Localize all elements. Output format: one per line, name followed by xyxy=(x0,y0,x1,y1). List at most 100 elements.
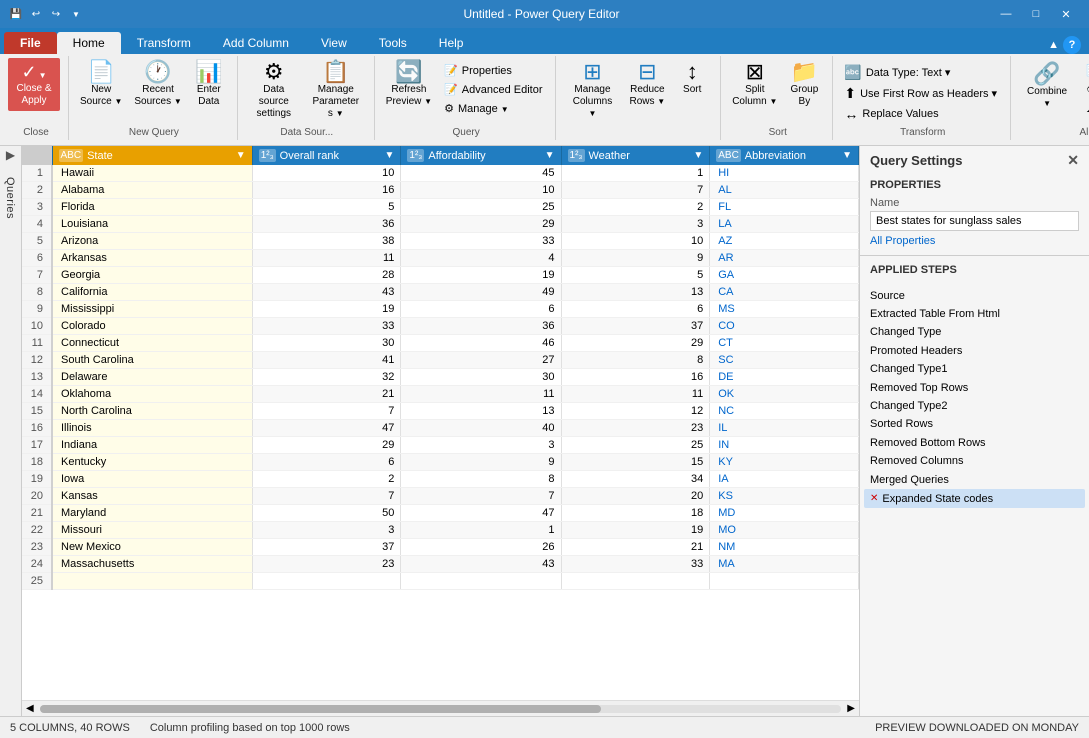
tab-tools[interactable]: Tools xyxy=(363,32,423,54)
abbr-cell[interactable]: CT xyxy=(710,335,859,352)
ribbon-group-new-query: 📄 NewSource ▼ 🕐 RecentSources ▼ 📊 EnterD… xyxy=(71,56,238,140)
all-properties-link[interactable]: All Properties xyxy=(870,235,1079,247)
enter-data-button[interactable]: 📊 EnterData xyxy=(189,58,229,111)
group-by-button[interactable]: 📁 GroupBy xyxy=(784,58,824,111)
tab-transform[interactable]: Transform xyxy=(121,32,207,54)
expand-queries-arrow[interactable]: ▶ xyxy=(6,148,15,162)
abbr-cell[interactable]: MD xyxy=(710,505,859,522)
close-button[interactable]: ✕ xyxy=(1051,0,1081,28)
abbr-cell[interactable]: AL xyxy=(710,182,859,199)
affordability-cell xyxy=(401,573,561,590)
step-item[interactable]: Extracted Table From Html xyxy=(864,305,1085,323)
vision-button[interactable]: 👁 Vision xyxy=(1081,81,1089,98)
tab-add-column[interactable]: Add Column xyxy=(207,32,305,54)
new-source-button[interactable]: 📄 NewSource ▼ xyxy=(75,58,127,111)
step-item[interactable]: Merged Queries⚙ xyxy=(864,470,1085,489)
weather-cell: 34 xyxy=(561,471,710,488)
step-item[interactable]: Removed Columns xyxy=(864,452,1085,470)
step-item[interactable]: Changed Type1 xyxy=(864,360,1085,378)
col-header-weather[interactable]: 1²₃ Weather ▼ xyxy=(561,146,710,165)
step-item[interactable]: Removed Bottom Rows⚙ xyxy=(864,433,1085,452)
query-settings-close[interactable]: ✕ xyxy=(1067,152,1079,169)
data-type-button[interactable]: 🔤 Data Type: Text ▾ xyxy=(839,62,955,83)
tab-file[interactable]: File xyxy=(4,32,57,54)
ribbon-row: ✓ ▼ Close &Apply Close 📄 NewSource ▼ 🕐 R… xyxy=(0,54,1089,142)
redo-icon[interactable]: ↪ xyxy=(48,6,64,22)
col-header-state[interactable]: ABC State ▼ xyxy=(52,146,252,165)
abbr-cell[interactable]: IL xyxy=(710,420,859,437)
abbr-cell[interactable]: MA xyxy=(710,556,859,573)
use-first-row-button[interactable]: ⬆ Use First Row as Headers ▾ xyxy=(839,83,1002,104)
rank-filter-icon[interactable]: ▼ xyxy=(384,150,394,161)
ribbon-collapse-icon[interactable]: ▲ xyxy=(1048,39,1059,51)
abbr-cell[interactable]: MS xyxy=(710,301,859,318)
scroll-thumb[interactable] xyxy=(40,705,601,713)
recent-sources-button[interactable]: 🕐 RecentSources ▼ xyxy=(129,58,186,111)
abbr-cell[interactable]: CA xyxy=(710,284,859,301)
refresh-preview-button[interactable]: 🔄 RefreshPreview ▼ xyxy=(381,58,437,111)
table-row: 4Louisiana36293LA xyxy=(22,216,859,233)
step-item[interactable]: ✕Expanded State codes⚙ xyxy=(864,489,1085,508)
col-header-abbreviation[interactable]: ABC Abbreviation ▼ xyxy=(710,146,859,165)
step-item[interactable]: Removed Top Rows⚙ xyxy=(864,378,1085,397)
abbr-cell[interactable]: IN xyxy=(710,437,859,454)
abbr-cell[interactable]: KY xyxy=(710,454,859,471)
maximize-button[interactable]: □ xyxy=(1021,0,1051,28)
combine-button[interactable]: 🔗 Combine ▼ xyxy=(1017,60,1077,113)
query-name-input[interactable] xyxy=(870,211,1079,231)
abbr-cell[interactable]: KS xyxy=(710,488,859,505)
tab-home[interactable]: Home xyxy=(57,32,121,54)
manage-button[interactable]: ⚙ Manage ▼ xyxy=(439,100,547,117)
step-item[interactable]: Changed Type2 xyxy=(864,397,1085,415)
advanced-editor-button[interactable]: 📝 Advanced Editor xyxy=(439,81,547,98)
abbr-cell[interactable]: CO xyxy=(710,318,859,335)
tab-view[interactable]: View xyxy=(305,32,363,54)
state-filter-icon[interactable]: ▼ xyxy=(236,150,246,161)
data-source-settings-button[interactable]: ⚙ Data sourcesettings xyxy=(244,58,304,123)
minimize-button[interactable]: — xyxy=(991,0,1021,28)
reduce-rows-button[interactable]: ⊟ ReduceRows ▼ xyxy=(624,58,670,111)
abbr-cell[interactable]: NM xyxy=(710,539,859,556)
abbr-cell[interactable]: IA xyxy=(710,471,859,488)
tab-help[interactable]: Help xyxy=(423,32,480,54)
close-apply-button[interactable]: ✓ ▼ Close &Apply xyxy=(8,58,60,111)
manage-parameters-button[interactable]: 📋 ManageParameters ▼ xyxy=(306,58,366,123)
scroll-right-arrow[interactable]: ▶ xyxy=(843,703,859,714)
text-analytics-button[interactable]: 📝 Text Ana... xyxy=(1081,62,1089,79)
abbr-cell[interactable]: MO xyxy=(710,522,859,539)
abbr-cell[interactable]: AR xyxy=(710,250,859,267)
undo-icon[interactable]: ↩ xyxy=(28,6,44,22)
scroll-left-arrow[interactable]: ◀ xyxy=(22,703,38,714)
abbr-cell[interactable]: OK xyxy=(710,386,859,403)
abbr-cell[interactable] xyxy=(710,573,859,590)
dropdown-icon[interactable]: ▼ xyxy=(68,6,84,22)
step-item[interactable]: Changed Type xyxy=(864,323,1085,341)
abbr-filter-icon[interactable]: ▼ xyxy=(842,150,852,161)
abbr-cell[interactable]: AZ xyxy=(710,233,859,250)
h-scrollbar[interactable]: ◀ ▶ xyxy=(22,700,859,716)
manage-columns-button[interactable]: ⊞ ManageColumns ▼ xyxy=(562,58,622,123)
weather-filter-icon[interactable]: ▼ xyxy=(693,150,703,161)
col-header-overall-rank[interactable]: 1²₃ Overall rank ▼ xyxy=(252,146,401,165)
replace-values-button[interactable]: ↔ Replace Values xyxy=(839,104,943,124)
abbr-cell[interactable]: FL xyxy=(710,199,859,216)
abbr-cell[interactable]: NC xyxy=(710,403,859,420)
split-column-button[interactable]: ⊠ SplitColumn ▼ xyxy=(727,58,782,111)
afford-filter-icon[interactable]: ▼ xyxy=(545,150,555,161)
abbr-cell[interactable]: LA xyxy=(710,216,859,233)
col-header-affordability[interactable]: 1²₃ Affordability ▼ xyxy=(401,146,561,165)
scroll-track[interactable] xyxy=(40,705,842,713)
step-item[interactable]: Sorted Rows xyxy=(864,415,1085,433)
step-item[interactable]: Promoted Headers⚙ xyxy=(864,341,1085,360)
sort-button[interactable]: ↕ Sort xyxy=(672,58,712,99)
properties-button[interactable]: 📝 Properties xyxy=(439,62,547,79)
abbr-cell[interactable]: SC xyxy=(710,352,859,369)
abbr-cell[interactable]: DE xyxy=(710,369,859,386)
grid-container[interactable]: ABC State ▼ 1²₃ Overall rank ▼ xyxy=(22,146,859,700)
step-item[interactable]: Source⚙ xyxy=(864,286,1085,305)
azure-ml-button[interactable]: ☁ Azure M... xyxy=(1081,100,1089,117)
abbr-cell[interactable]: GA xyxy=(710,267,859,284)
save-icon[interactable]: 💾 xyxy=(8,6,24,22)
abbr-cell[interactable]: HI xyxy=(710,165,859,182)
help-icon[interactable]: ? xyxy=(1063,36,1081,54)
